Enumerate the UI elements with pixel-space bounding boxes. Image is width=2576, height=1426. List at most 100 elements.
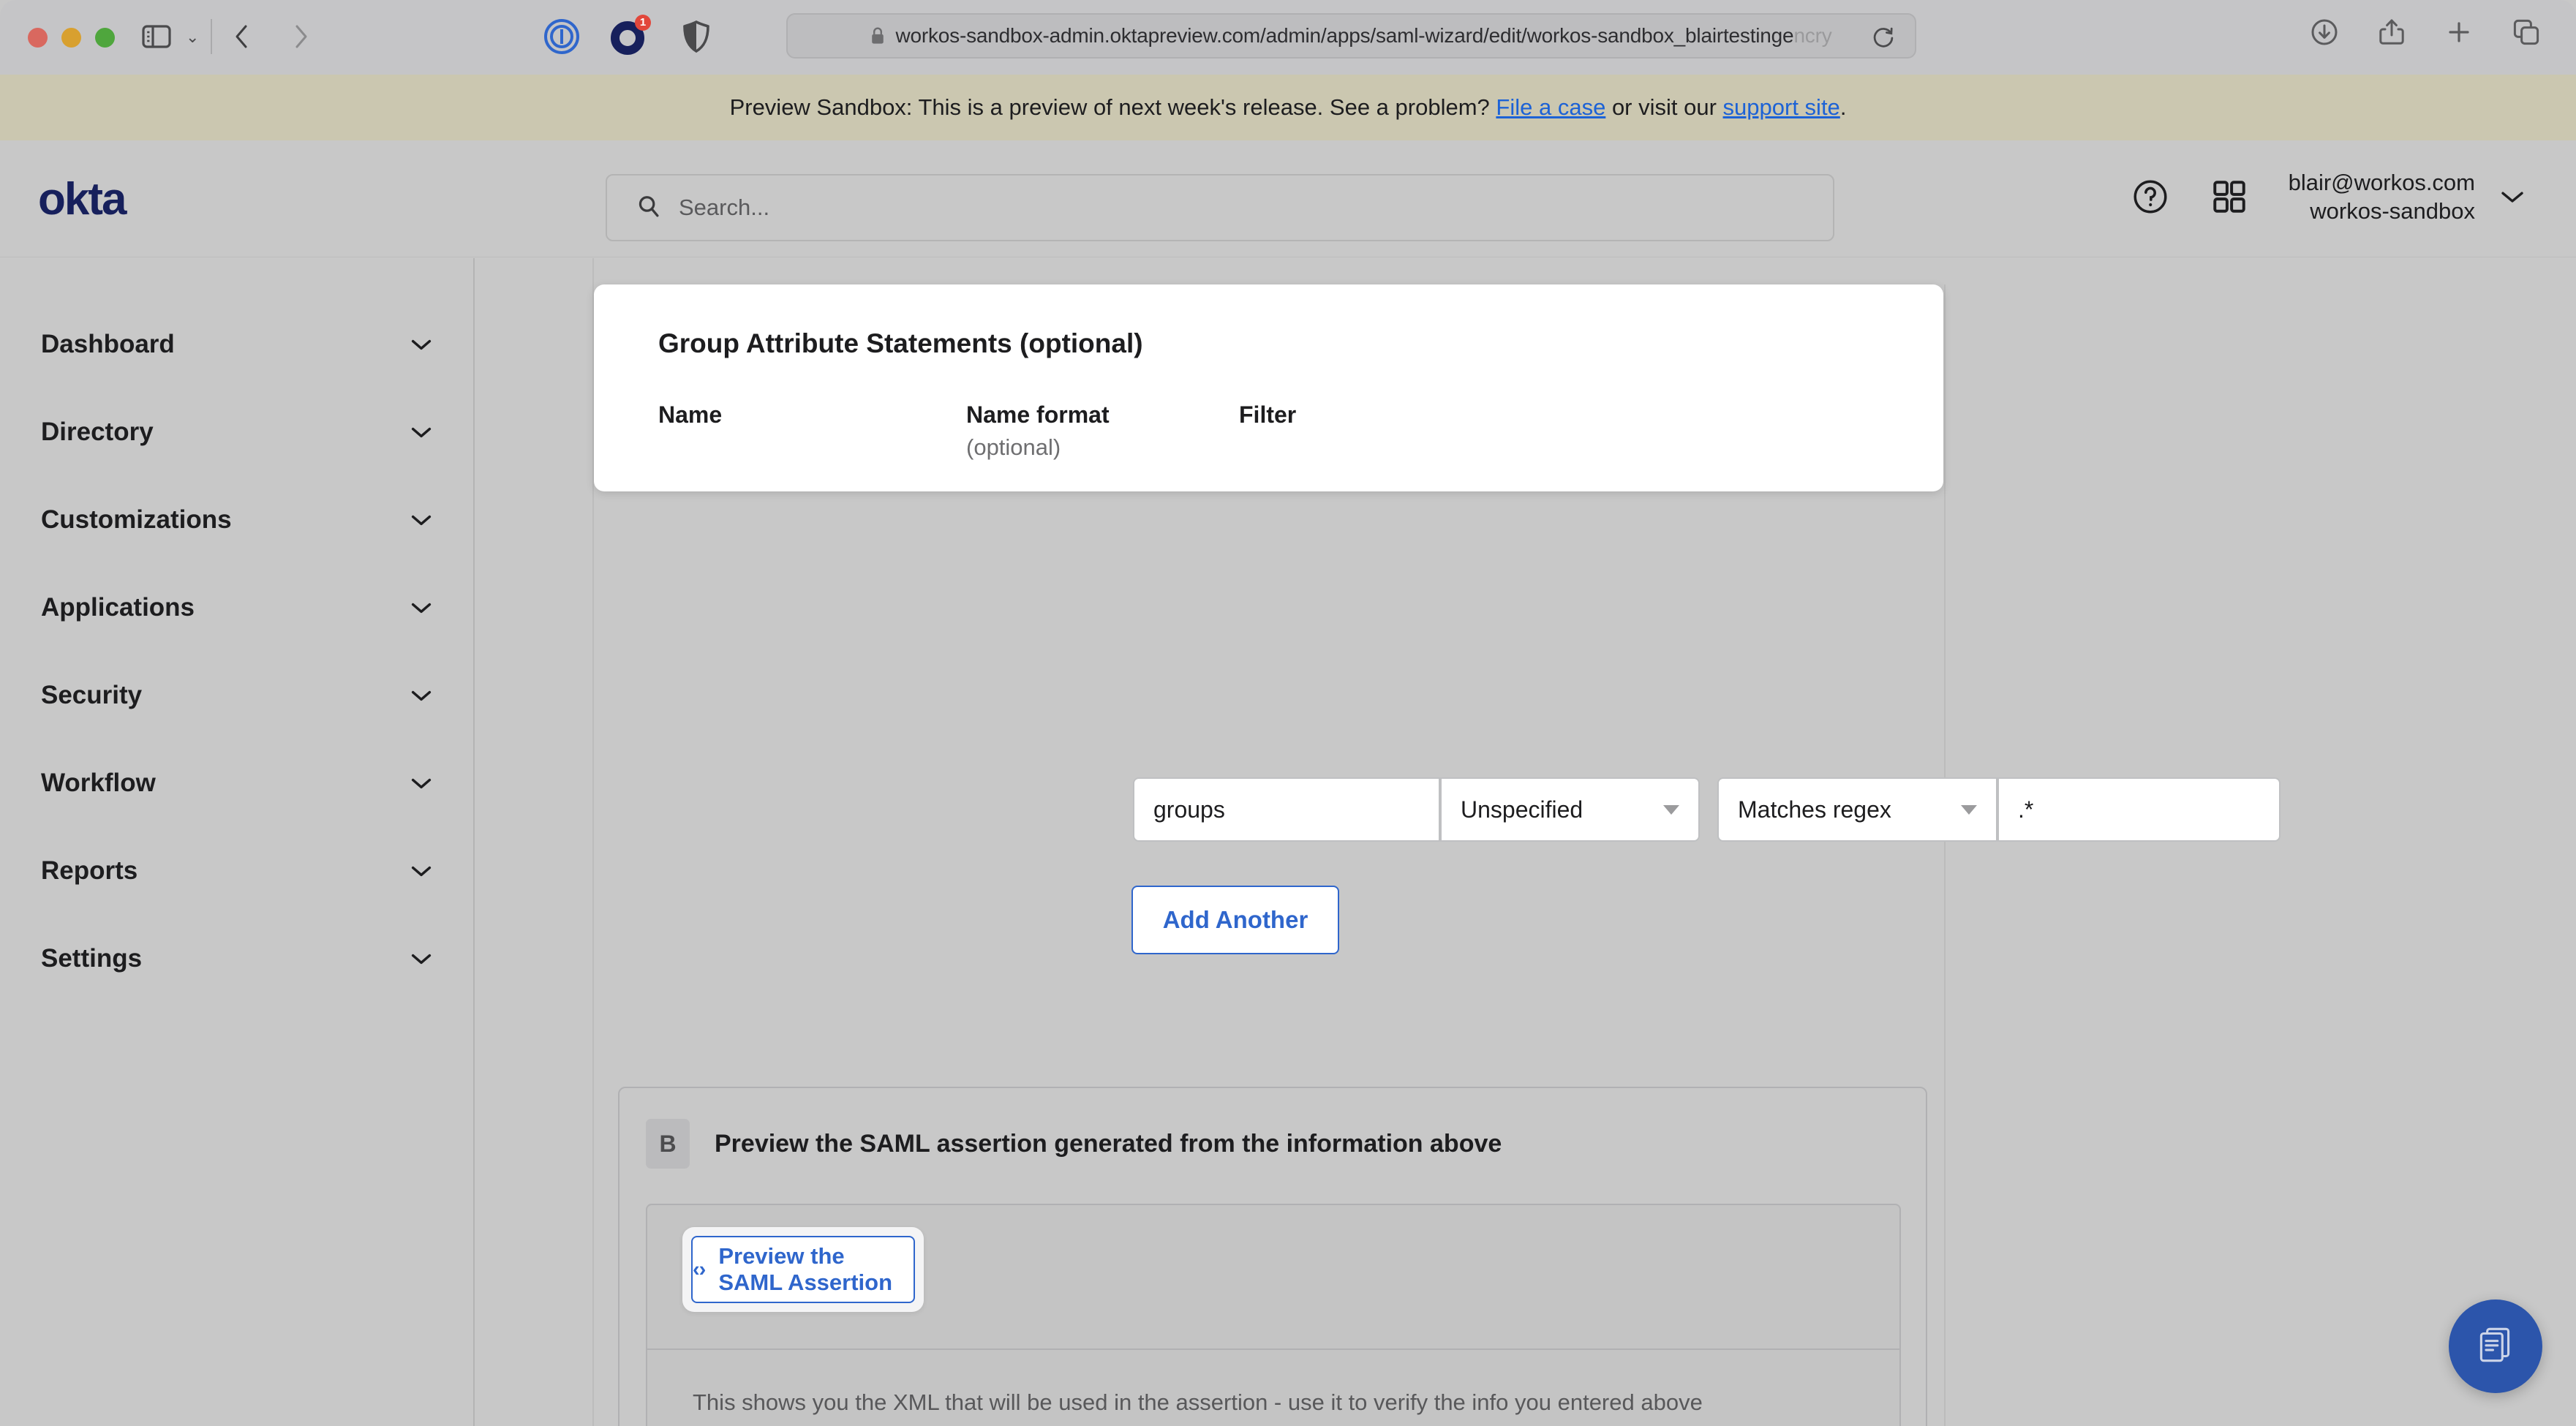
column-header-filter: Filter — [1239, 401, 1605, 461]
preview-button-panel: ‹› Preview the SAML Assertion — [646, 1204, 1901, 1350]
new-tab-icon[interactable] — [2443, 16, 2475, 48]
minimize-window-button[interactable] — [61, 28, 81, 48]
browser-right-icons — [2308, 16, 2542, 48]
chevron-down-icon[interactable] — [410, 426, 432, 439]
chevron-down-icon[interactable] — [410, 777, 432, 790]
search-icon — [636, 194, 661, 222]
sidebar-toggle-icon[interactable] — [139, 19, 174, 54]
sidebar-item-security[interactable]: Security — [0, 652, 473, 739]
documents-icon — [2473, 1322, 2518, 1371]
sidebar-item-applications[interactable]: Applications — [0, 564, 473, 652]
sidebar-item-settings[interactable]: Settings — [0, 915, 473, 1003]
filter-regex-input[interactable]: .* — [1997, 777, 2281, 842]
documents-fab-button[interactable] — [2449, 1299, 2542, 1393]
user-info: blair@workos.com workos-sandbox — [2289, 168, 2475, 225]
toolbar-divider — [211, 19, 212, 54]
column-headers: Name Name format (optional) Filter — [658, 401, 1879, 461]
attribute-statement-row: groups Unspecified Matches regex .* — [1133, 777, 2281, 842]
preview-button-label: Preview the SAML Assertion — [718, 1243, 914, 1296]
add-another-button[interactable]: Add Another — [1131, 886, 1339, 954]
banner-text-middle: or visit our — [1612, 94, 1717, 121]
code-brackets-icon: ‹› — [693, 1258, 705, 1282]
close-window-button[interactable] — [28, 28, 48, 48]
okta-extension-icon[interactable]: 1 — [609, 16, 649, 57]
sidebar-item-label: Applications — [41, 593, 195, 622]
sidebar-item-dashboard[interactable]: Dashboard — [0, 301, 473, 388]
apps-grid-icon[interactable] — [2210, 177, 2249, 216]
window-traffic-lights — [28, 28, 115, 48]
section-header: B Preview the SAML assertion generated f… — [619, 1088, 1926, 1169]
filter-group: Matches regex .* — [1717, 777, 2281, 842]
help-circle-icon[interactable] — [2131, 177, 2170, 216]
caret-down-icon — [1663, 805, 1679, 815]
support-site-link[interactable]: support site — [1723, 94, 1840, 121]
attribute-name-input[interactable]: groups — [1133, 777, 1440, 842]
extension-badge: 1 — [635, 15, 651, 31]
column-header-name: Name — [658, 401, 966, 461]
chevron-down-icon[interactable] — [410, 864, 432, 878]
chevron-down-icon[interactable] — [410, 601, 432, 614]
name-format-value: Unspecified — [1461, 796, 1583, 823]
section-letter-badge: B — [646, 1119, 690, 1169]
sidebar-item-label: Directory — [41, 418, 154, 447]
card-title: Group Attribute Statements (optional) — [658, 328, 1879, 359]
sidebar-item-label: Reports — [41, 856, 138, 886]
column-header-name-format-label: Name format — [966, 401, 1110, 428]
file-a-case-link[interactable]: File a case — [1496, 94, 1605, 121]
content-rail-right — [1944, 284, 1946, 1426]
address-bar[interactable]: workos-sandbox-admin.oktapreview.com/adm… — [786, 13, 1916, 59]
name-format-select[interactable]: Unspecified — [1440, 777, 1700, 842]
chevron-down-icon[interactable] — [2500, 189, 2525, 204]
download-icon[interactable] — [2308, 16, 2340, 48]
sidebar-item-reports[interactable]: Reports — [0, 827, 473, 915]
search-input[interactable]: Search... — [606, 174, 1834, 241]
caret-down-icon — [1961, 805, 1977, 815]
back-arrow-icon[interactable] — [227, 19, 256, 54]
forward-arrow-icon[interactable] — [287, 19, 316, 54]
user-email: blair@workos.com — [2289, 168, 2475, 197]
address-bar-text: workos-sandbox-admin.oktapreview.com/adm… — [895, 24, 1831, 48]
preview-helper-panel: This shows you the XML that will be used… — [646, 1350, 1901, 1426]
sidebar-item-workflow[interactable]: Workflow — [0, 739, 473, 827]
chevron-down-icon[interactable] — [410, 689, 432, 702]
tab-overview-icon[interactable] — [2510, 16, 2542, 48]
sidebar-nav: Dashboard Directory Customizations Appli… — [0, 258, 475, 1426]
sidebar-item-label: Security — [41, 681, 142, 710]
user-menu[interactable]: blair@workos.com workos-sandbox — [2289, 168, 2525, 225]
user-org: workos-sandbox — [2289, 197, 2475, 225]
lock-icon — [870, 27, 885, 45]
url-faded: ncry — [1793, 24, 1831, 47]
sidebar-item-label: Customizations — [41, 505, 232, 535]
name-and-format-group: groups Unspecified — [1133, 777, 1700, 842]
chevron-down-icon[interactable] — [410, 513, 432, 527]
filter-type-value: Matches regex — [1738, 796, 1891, 823]
sidebar-item-directory[interactable]: Directory — [0, 388, 473, 476]
main-content: Group Attribute Statements (optional) Na… — [475, 258, 2576, 1426]
sidebar-item-label: Settings — [41, 944, 142, 973]
url-visible: workos-sandbox-admin.oktapreview.com/adm… — [895, 24, 1793, 47]
preview-button-focus-ring: ‹› Preview the SAML Assertion — [682, 1227, 924, 1312]
browser-chrome: ⌄ 1 — [0, 0, 2576, 75]
maximize-window-button[interactable] — [95, 28, 115, 48]
sidebar-item-label: Dashboard — [41, 330, 175, 359]
group-attribute-statements-card: Group Attribute Statements (optional) Na… — [594, 284, 1943, 491]
okta-logo[interactable]: okta — [38, 177, 125, 222]
filter-type-select[interactable]: Matches regex — [1717, 777, 1997, 842]
chevron-down-icon[interactable]: ⌄ — [186, 29, 199, 45]
header-right-cluster: blair@workos.com workos-sandbox — [2131, 168, 2525, 225]
privacy-extension-icon[interactable] — [541, 16, 582, 57]
reload-icon[interactable] — [1871, 26, 1896, 50]
preview-saml-assertion-section: B Preview the SAML assertion generated f… — [618, 1087, 1927, 1426]
preview-sandbox-banner: Preview Sandbox: This is a preview of ne… — [0, 75, 2576, 140]
browser-extension-icons: 1 — [541, 16, 717, 57]
section-title: Preview the SAML assertion generated fro… — [715, 1130, 1502, 1158]
column-header-name-format: Name format (optional) — [966, 401, 1239, 461]
share-icon[interactable] — [2376, 16, 2408, 48]
column-header-name-format-sub: (optional) — [966, 434, 1239, 461]
preview-saml-assertion-button[interactable]: ‹› Preview the SAML Assertion — [691, 1236, 915, 1303]
chevron-down-icon[interactable] — [410, 952, 432, 965]
search-placeholder: Search... — [679, 195, 769, 221]
shield-extension-icon[interactable] — [676, 16, 717, 57]
sidebar-item-customizations[interactable]: Customizations — [0, 476, 473, 564]
chevron-down-icon[interactable] — [410, 338, 432, 351]
